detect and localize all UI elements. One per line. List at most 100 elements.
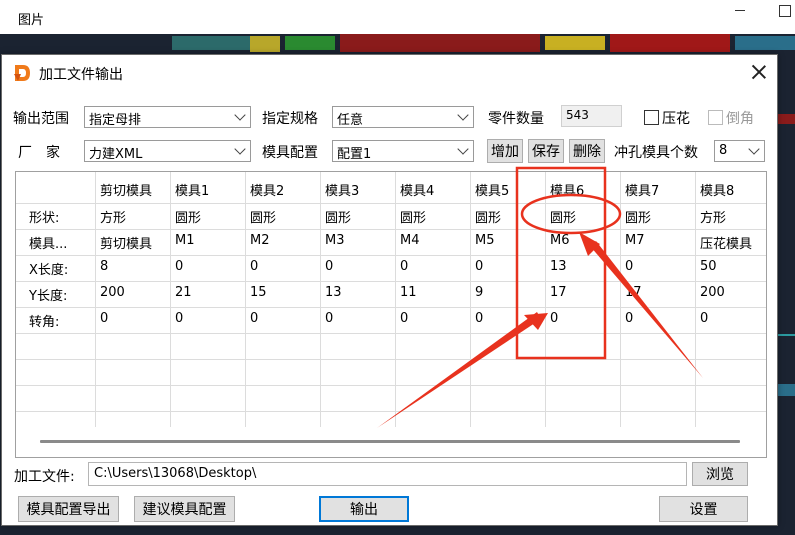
file-label: 加工文件: xyxy=(14,469,75,485)
grid-cell[interactable]: 17 xyxy=(550,285,620,300)
chevron-down-icon xyxy=(234,143,246,155)
grid-column-header[interactable]: 剪切模具 xyxy=(100,180,170,199)
grid-column-header[interactable]: 模具6 xyxy=(550,180,620,199)
grid-column-header[interactable]: 模具2 xyxy=(250,180,320,199)
grid-cell[interactable]: M2 xyxy=(250,233,320,248)
grid-cell[interactable]: M7 xyxy=(625,233,695,248)
grid-cell[interactable]: 0 xyxy=(250,311,320,326)
part-count-label: 零件数量 xyxy=(488,111,544,127)
grid-cell[interactable]: 圆形 xyxy=(475,207,545,226)
grid-cell[interactable]: 0 xyxy=(550,311,620,326)
chamfer-checkbox[interactable] xyxy=(708,110,723,125)
grid-cell[interactable]: 圆形 xyxy=(175,207,245,226)
grid-cell[interactable]: 200 xyxy=(700,285,766,300)
grid-cell[interactable]: 13 xyxy=(550,259,620,274)
grid-column-line xyxy=(545,172,546,427)
grid-cell[interactable]: 圆形 xyxy=(250,207,320,226)
output-dialog: 加工文件输出 输出范围 指定母排 指定规格 任意 零件数量 543 压花 倒角 … xyxy=(1,54,778,526)
save-button[interactable]: 保存 xyxy=(528,139,564,163)
grid-cell[interactable]: 15 xyxy=(250,285,320,300)
mold-config-select[interactable]: 配置1 xyxy=(332,140,474,162)
settings-button[interactable]: 设置 xyxy=(659,496,748,522)
range-select[interactable]: 指定母排 xyxy=(84,106,251,128)
file-path-input[interactable]: C:\Users\13068\Desktop\ xyxy=(88,462,687,486)
browse-button[interactable]: 浏览 xyxy=(692,462,748,486)
grid-cell[interactable]: 0 xyxy=(700,311,766,326)
punch-count-label: 冲孔模具个数 xyxy=(614,145,698,161)
grid-cell[interactable]: 方形 xyxy=(100,207,170,226)
grid-row-header: X长度: xyxy=(29,263,69,278)
grid-cell[interactable]: 0 xyxy=(175,311,245,326)
grid-cell[interactable]: 0 xyxy=(175,259,245,274)
chevron-down-icon xyxy=(234,109,246,121)
vendor-select[interactable]: 力建XML xyxy=(84,140,251,162)
grid-column-header[interactable]: 模具5 xyxy=(475,180,545,199)
grid-cell[interactable]: 13 xyxy=(325,285,395,300)
grid-cell[interactable]: 200 xyxy=(100,285,170,300)
grid-cell[interactable]: 50 xyxy=(700,259,766,274)
grid-cell[interactable]: 0 xyxy=(475,259,545,274)
grid-cell[interactable]: 9 xyxy=(475,285,545,300)
vendor-value: 力建XML xyxy=(89,147,143,162)
grid-cell[interactable]: 21 xyxy=(175,285,245,300)
close-icon[interactable] xyxy=(750,63,768,81)
export-config-button[interactable]: 模具配置导出 xyxy=(18,496,119,522)
grid-cell[interactable]: M1 xyxy=(175,233,245,248)
grid-cell[interactable]: 方形 xyxy=(700,207,766,226)
mold-config-label: 模具配置 xyxy=(262,145,318,161)
delete-button[interactable]: 删除 xyxy=(569,139,605,163)
horizontal-scrollbar[interactable] xyxy=(40,440,740,443)
maximize-icon[interactable] xyxy=(779,5,791,17)
minimize-icon[interactable] xyxy=(735,6,747,18)
grid-cell[interactable]: 0 xyxy=(100,311,170,326)
grid-column-line xyxy=(320,172,321,427)
grid-cell[interactable]: M6 xyxy=(550,233,620,248)
grid-cell[interactable]: 圆形 xyxy=(325,207,395,226)
grid-cell[interactable]: M3 xyxy=(325,233,395,248)
grid-row-header: 转角: xyxy=(29,315,60,330)
grid-cell[interactable]: 0 xyxy=(325,311,395,326)
spec-select[interactable]: 任意 xyxy=(332,106,474,128)
grid-cell[interactable]: 0 xyxy=(625,311,695,326)
punch-count-select[interactable]: 8 xyxy=(714,140,765,162)
dialog-titlebar: 加工文件输出 xyxy=(2,55,777,91)
grid-row-line xyxy=(16,255,766,256)
grid-cell[interactable]: 11 xyxy=(400,285,470,300)
grid-column-line xyxy=(620,172,621,427)
grid-column-header[interactable]: 模具4 xyxy=(400,180,470,199)
grid-cell[interactable]: 剪切模具 xyxy=(100,233,170,252)
grid-row-header: 形状: xyxy=(29,211,60,226)
grid-column-header[interactable]: 模具3 xyxy=(325,180,395,199)
grid-cell[interactable]: 0 xyxy=(475,311,545,326)
output-button[interactable]: 输出 xyxy=(319,496,409,522)
mold-grid[interactable]: 剪切模具 模具1 模具2 模具3 模具4 模具5 模具6 模具7 模具8 形状: 方形 圆形 圆形 圆形圆… xyxy=(15,171,767,458)
grid-cell[interactable]: M5 xyxy=(475,233,545,248)
grid-cell[interactable]: 压花模具 xyxy=(700,233,766,252)
grid-cell[interactable]: 17 xyxy=(625,285,695,300)
grid-cell[interactable]: 0 xyxy=(400,259,470,274)
grid-row-line xyxy=(16,385,766,386)
grid-cell[interactable]: 0 xyxy=(250,259,320,274)
grid-cell[interactable]: 8 xyxy=(100,259,170,274)
grid-column-header[interactable]: 模具7 xyxy=(625,180,695,199)
app-logo-icon xyxy=(14,65,30,81)
grid-cell[interactable]: 圆形 xyxy=(550,207,620,226)
grid-cell[interactable]: 0 xyxy=(625,259,695,274)
suggest-config-button[interactable]: 建议模具配置 xyxy=(134,496,235,522)
grid-cell[interactable]: 圆形 xyxy=(400,207,470,226)
file-path-value: C:\Users\13068\Desktop\ xyxy=(94,466,257,481)
grid-cell[interactable]: 0 xyxy=(325,259,395,274)
grid-cell[interactable]: 圆形 xyxy=(625,207,695,226)
grid-column-header[interactable]: 模具8 xyxy=(700,180,766,199)
chevron-down-icon xyxy=(457,109,469,121)
grid-cell[interactable]: M4 xyxy=(400,233,470,248)
add-button[interactable]: 增加 xyxy=(487,139,523,163)
grid-cell[interactable]: 0 xyxy=(400,311,470,326)
part-count-value: 543 xyxy=(566,108,589,122)
spec-label: 指定规格 xyxy=(262,111,318,127)
viewer-title: 图片 xyxy=(18,13,45,28)
grid-row-line xyxy=(16,333,766,334)
grid-row-line xyxy=(16,281,766,282)
emboss-checkbox[interactable] xyxy=(644,110,659,125)
grid-column-header[interactable]: 模具1 xyxy=(175,180,245,199)
